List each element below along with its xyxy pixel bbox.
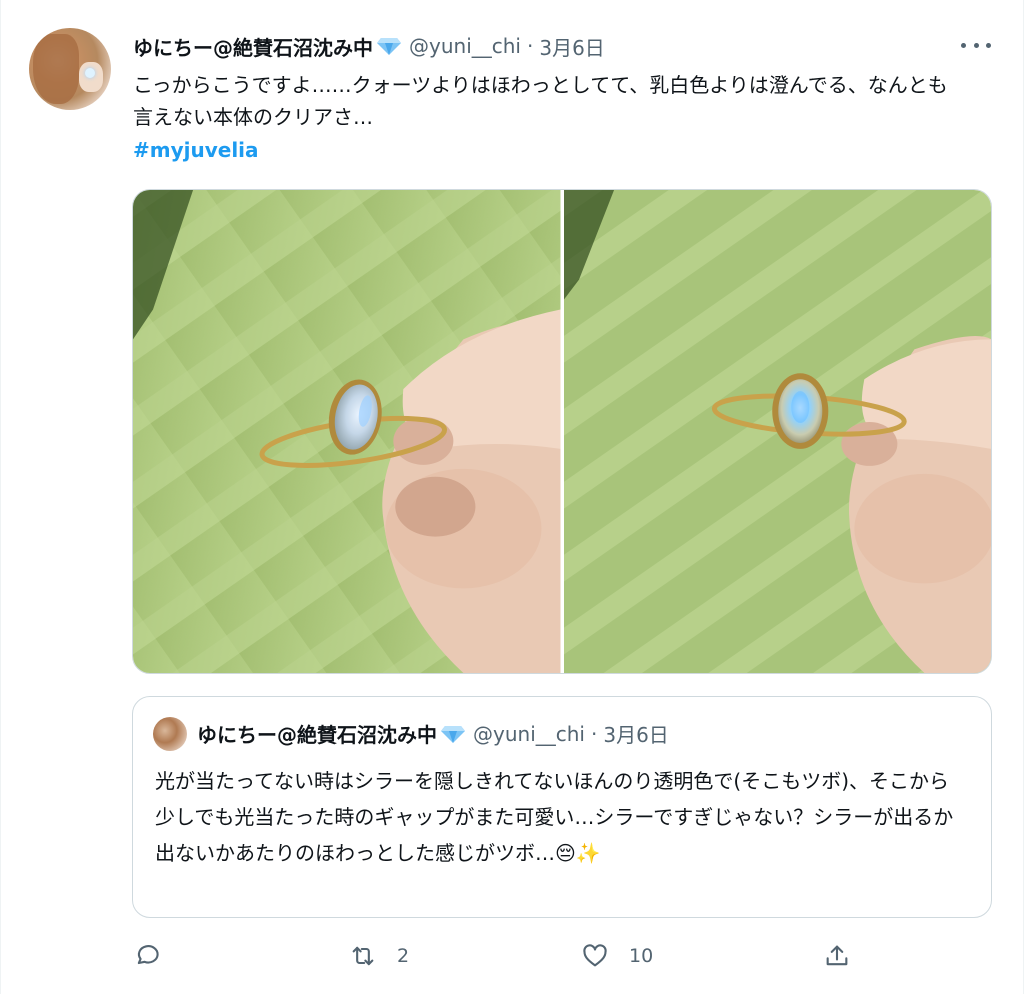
media-grid <box>132 189 992 674</box>
separator-dot: · <box>590 721 598 746</box>
like-button[interactable]: 10 <box>581 938 653 974</box>
reply-button[interactable] <box>133 938 161 974</box>
quoted-tweet-date: 3月6日 <box>603 723 669 747</box>
quoted-author-avatar <box>153 717 187 751</box>
gem-icon <box>441 725 465 743</box>
reply-icon <box>137 945 159 965</box>
ring-photo-2[interactable] <box>563 190 991 673</box>
share-icon <box>826 945 848 966</box>
heart-icon <box>583 944 607 967</box>
like-count: 10 <box>629 945 654 967</box>
retweet-icon <box>352 946 374 966</box>
ring-photo-1[interactable] <box>133 190 561 673</box>
retweet-button[interactable]: 2 <box>349 938 409 974</box>
more-options-icon[interactable] <box>961 34 991 56</box>
tweet-text: こっからこうですよ……クォーツよりはほわっとしてて、乳白色よりは澄んでる、なんと… <box>133 73 948 129</box>
share-button[interactable] <box>823 938 851 974</box>
quoted-tweet-header: ゆにちー@絶賛石沼沈み中 @yuni__chi · 3月6日 <box>197 719 669 748</box>
separator-dot: · <box>526 34 534 58</box>
author-name[interactable]: ゆにちー@絶賛石沼沈み中 <box>133 32 373 61</box>
author-avatar[interactable] <box>29 28 111 110</box>
author-handle[interactable]: @yuni__chi <box>409 34 521 58</box>
quoted-tweet[interactable]: ゆにちー@絶賛石沼沈み中 @yuni__chi · 3月6日 光が当たってない時… <box>132 696 992 918</box>
quoted-author-name: ゆにちー@絶賛石沼沈み中 <box>197 723 437 747</box>
tweet[interactable]: ゆにちー@絶賛石沼沈み中 @yuni__chi · 3月6日 こっからこうですよ… <box>0 0 1024 994</box>
retweet-count: 2 <box>397 945 410 967</box>
quoted-author-handle: @yuni__chi <box>473 721 585 746</box>
hashtag-link[interactable]: #myjuvelia <box>133 138 259 162</box>
quoted-tweet-text: 光が当たってない時はシラーを隠しきれてないほんのり透明色で(そこもツボ)、そこか… <box>155 769 954 865</box>
tweet-header: ゆにちー@絶賛石沼沈み中 @yuni__chi · 3月6日 <box>133 31 605 61</box>
gem-icon <box>377 38 401 55</box>
tweet-actions: 2 10 <box>133 938 993 974</box>
tweet-date[interactable]: 3月6日 <box>539 32 604 61</box>
